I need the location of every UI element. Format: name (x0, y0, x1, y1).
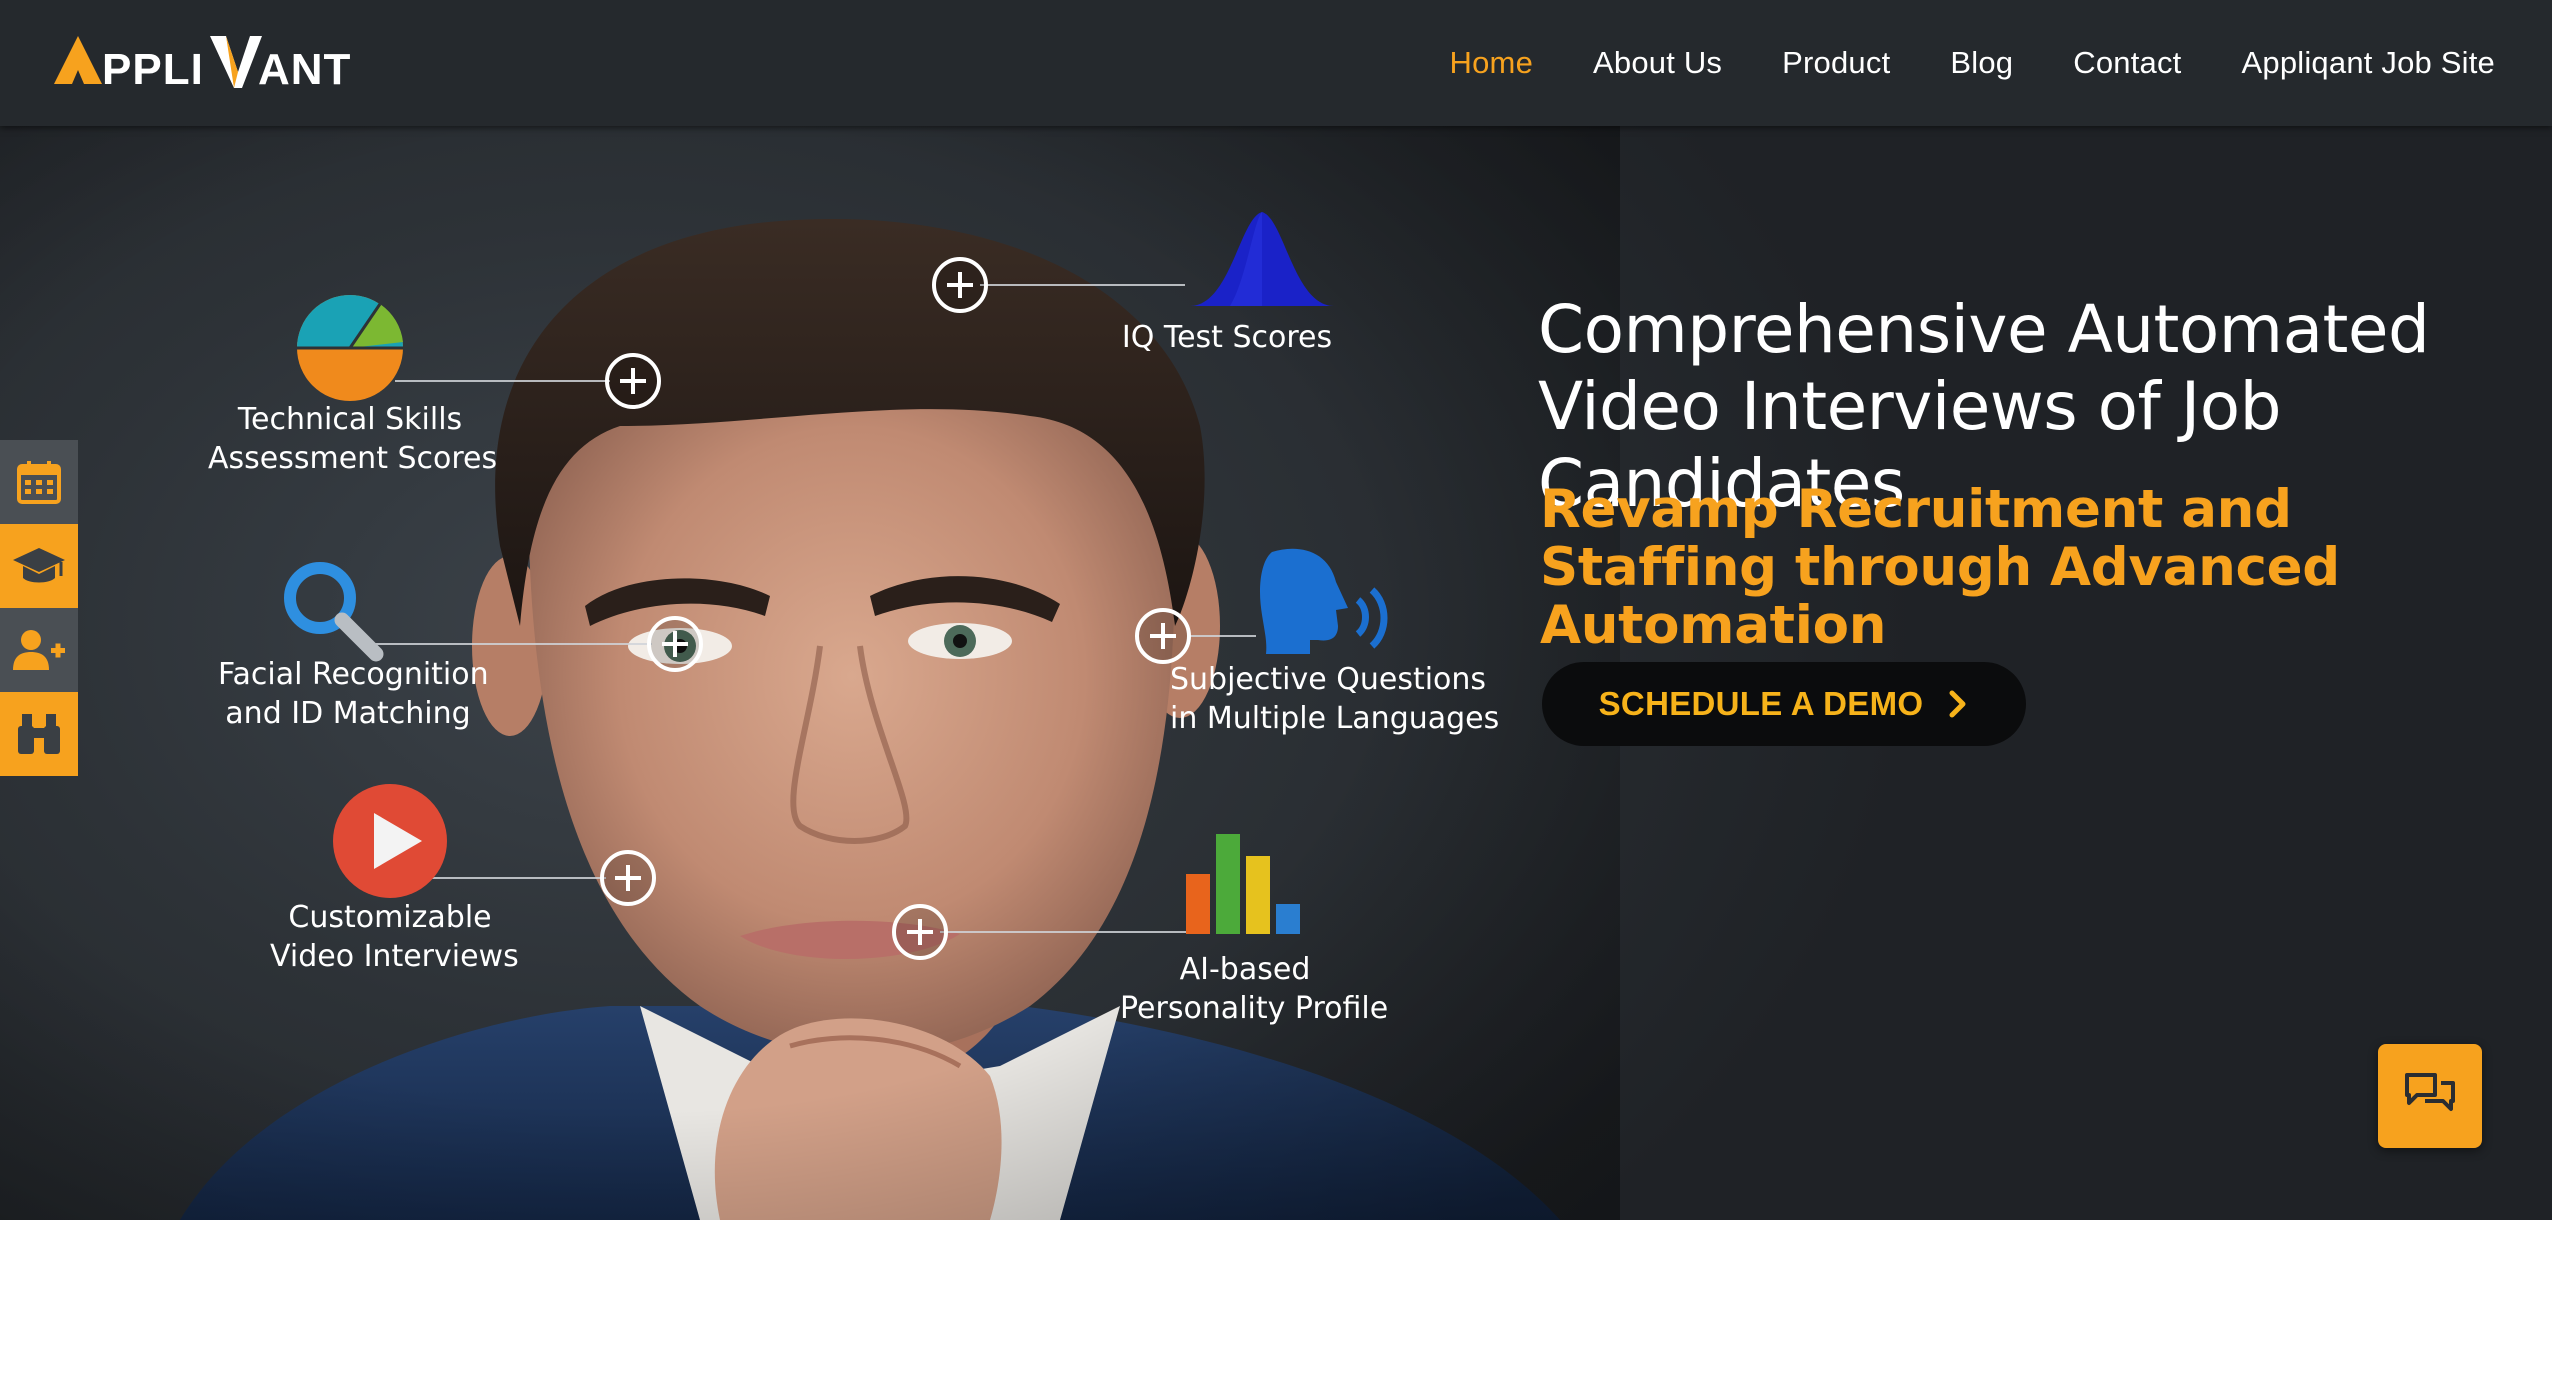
side-quick-links (0, 440, 78, 776)
svg-text:ANT: ANT (258, 45, 351, 92)
nav-product[interactable]: Product (1782, 45, 1890, 81)
feature-customizable-video: Customizable Video Interviews (270, 898, 519, 976)
nav-home[interactable]: Home (1450, 45, 1534, 81)
plus-marker-icon (892, 904, 948, 960)
chevron-right-icon (1949, 690, 1966, 718)
top-navigation-bar: PPLI ANT Home About Us Product Blog Cont… (0, 0, 2552, 126)
side-tab-search[interactable] (0, 692, 78, 776)
plus-marker-icon (647, 616, 703, 672)
feature-label-line: Assessment Scores (208, 441, 498, 476)
cta-label: SCHEDULE A DEMO (1598, 685, 1924, 722)
hero-banner: Technical Skills Assessment Scores IQ Te… (0, 126, 2552, 1220)
nav-job-site[interactable]: Appliqant Job Site (2242, 45, 2496, 81)
side-tab-add-user[interactable] (0, 608, 78, 692)
feature-iq-test-scores: IQ Test Scores (1112, 318, 1342, 357)
nav-blog[interactable]: Blog (1950, 45, 2013, 81)
feature-label-line: and ID Matching (225, 696, 471, 731)
nav-contact[interactable]: Contact (2073, 45, 2181, 81)
feature-label-line: Customizable (288, 900, 492, 935)
plus-marker-icon (600, 850, 656, 906)
calendar-icon (17, 461, 61, 504)
feature-label-line: IQ Test Scores (1121, 320, 1333, 355)
chat-icon (2405, 1073, 2455, 1111)
chat-button[interactable] (2378, 1044, 2482, 1148)
feature-label-line: Technical Skills (237, 402, 463, 437)
graduation-cap-icon (13, 548, 65, 583)
feature-label-line: Video Interviews (270, 939, 519, 974)
feature-label-line: AI-based (1179, 952, 1311, 987)
svg-text:PPLI: PPLI (102, 45, 204, 92)
play-icon (333, 784, 447, 898)
feature-personality-profile: AI-based Personality Profile (1120, 950, 1389, 1028)
binoculars-icon (18, 714, 60, 754)
feature-subjective-questions: Subjective Questions in Multiple Languag… (1170, 660, 1500, 738)
plus-marker-icon (932, 257, 988, 313)
appliqant-logo[interactable]: PPLI ANT (52, 32, 352, 92)
schedule-demo-button[interactable]: SCHEDULE A DEMO (1542, 662, 2026, 746)
add-user-icon (13, 630, 65, 670)
main-nav: Home About Us Product Blog Contact Appli… (1390, 0, 2495, 126)
side-tab-calendar[interactable] (0, 440, 78, 524)
pie-chart-icon (297, 295, 403, 401)
nav-about-us[interactable]: About Us (1593, 45, 1722, 81)
feature-label-line: Facial Recognition (218, 657, 489, 692)
side-tab-education[interactable] (0, 524, 78, 608)
hero-subheadline: Revamp Recruitment and Staffing through … (1540, 479, 2340, 656)
plus-marker-icon (1135, 608, 1191, 664)
feature-label-line: Subjective Questions (1170, 662, 1487, 697)
feature-label-line: Personality Profile (1120, 991, 1389, 1026)
feature-facial-recognition: Facial Recognition and ID Matching (218, 655, 489, 733)
feature-label-line: in Multiple Languages (1170, 701, 1500, 736)
feature-technical-skills: Technical Skills Assessment Scores (208, 400, 498, 478)
plus-marker-icon (605, 353, 661, 409)
